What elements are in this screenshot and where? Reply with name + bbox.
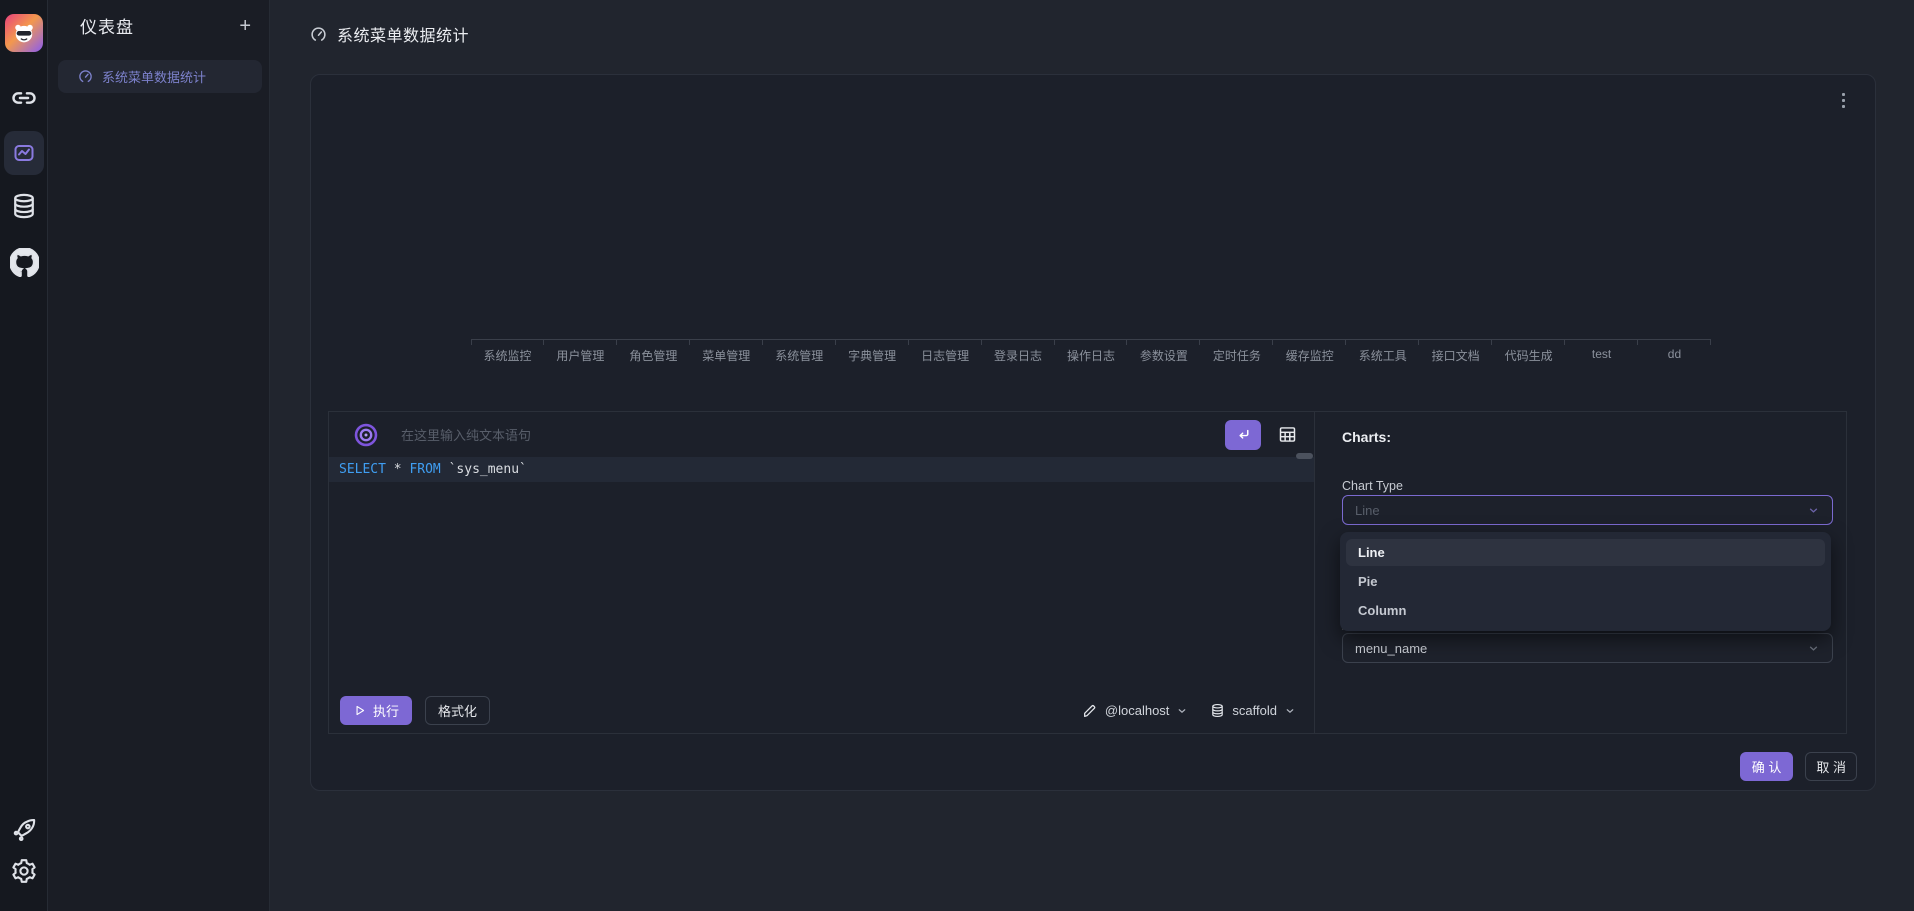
- chart-type-label: Chart Type: [1342, 479, 1403, 493]
- page-header: 系统菜单数据统计: [310, 22, 469, 46]
- github-icon[interactable]: [0, 248, 48, 277]
- charts-config-panel: Charts: Chart Type Line Line Pie Column …: [1315, 412, 1846, 733]
- axis-label: 登录日志: [982, 340, 1055, 364]
- connection-selector[interactable]: @localhost: [1082, 703, 1189, 719]
- add-dashboard-button[interactable]: +: [239, 16, 251, 36]
- play-icon: [353, 704, 366, 717]
- dashboard-sidebar: 仪表盘 + 系统菜单数据统计: [48, 0, 270, 911]
- horizontal-scrollbar[interactable]: [1296, 453, 1313, 459]
- run-sql-button[interactable]: 执行: [340, 696, 412, 725]
- chart-type-dropdown: Line Pie Column: [1340, 532, 1831, 631]
- axis-label: 参数设置: [1127, 340, 1200, 364]
- charts-panel-title: Charts:: [1342, 429, 1391, 445]
- format-sql-button[interactable]: 格式化: [425, 696, 490, 725]
- axis-label: 缓存监控: [1273, 340, 1346, 364]
- cancel-button[interactable]: 取 消: [1805, 752, 1857, 781]
- gauge-icon: [310, 26, 327, 43]
- dropdown-option-column[interactable]: Column: [1346, 597, 1825, 624]
- database-label: scaffold: [1232, 703, 1277, 718]
- axis-label: 日志管理: [909, 340, 982, 364]
- nl-query-input[interactable]: 在这里输入纯文本语句: [401, 425, 531, 444]
- card-footer: 确 认 取 消: [1740, 752, 1857, 781]
- table-view-icon[interactable]: [1277, 424, 1298, 445]
- yaxis-select[interactable]: menu_name: [1342, 633, 1833, 663]
- axis-label: 角色管理: [617, 340, 690, 364]
- rocket-icon[interactable]: [0, 817, 48, 845]
- sidebar-title: 仪表盘: [80, 13, 134, 38]
- sidebar-item-label: 系统菜单数据统计: [102, 67, 206, 86]
- axis-label: 字典管理: [836, 340, 909, 364]
- yaxis-value: menu_name: [1355, 641, 1427, 656]
- axis-label: 操作日志: [1055, 340, 1128, 364]
- settings-gear-icon[interactable]: [0, 857, 48, 885]
- axis-label: 定时任务: [1200, 340, 1273, 364]
- axis-label: 接口文档: [1419, 340, 1492, 364]
- dashboard-nav-icon[interactable]: [0, 141, 48, 165]
- database-icon: [1210, 703, 1225, 718]
- icon-rail: [0, 0, 48, 911]
- app-window: 仪表盘 + 系统菜单数据统计 系统菜单数据统计 系: [0, 0, 1914, 911]
- target-icon: [353, 422, 379, 448]
- chevron-down-icon: [1807, 642, 1820, 655]
- sql-code-line[interactable]: SELECT * FROM `sys_menu`: [329, 457, 1314, 482]
- page-title: 系统菜单数据统计: [337, 22, 469, 46]
- sql-keyword: FROM: [409, 462, 440, 477]
- axis-label: 代码生成: [1492, 340, 1565, 364]
- confirm-button[interactable]: 确 认: [1740, 752, 1794, 781]
- format-sql-label: 格式化: [438, 701, 477, 720]
- pen-icon: [1082, 703, 1098, 719]
- app-logo-icon[interactable]: [5, 14, 43, 52]
- chart-type-value: Line: [1355, 503, 1380, 518]
- axis-label: 用户管理: [544, 340, 617, 364]
- connection-label: @localhost: [1105, 703, 1170, 718]
- sql-text: `sys_menu`: [441, 462, 527, 477]
- sql-keyword: SELECT: [339, 462, 386, 477]
- axis-label: 菜单管理: [690, 340, 763, 364]
- database-selector[interactable]: scaffold: [1210, 703, 1296, 718]
- link-nav-icon[interactable]: [0, 84, 48, 112]
- dropdown-option-pie[interactable]: Pie: [1346, 568, 1825, 595]
- chevron-down-icon: [1284, 705, 1296, 717]
- query-builder-box: 在这里输入纯文本语句 SELEC: [328, 411, 1847, 734]
- axis-label: 系统工具: [1346, 340, 1419, 364]
- nl-query-bar: 在这里输入纯文本语句: [329, 412, 1314, 457]
- axis-label: test: [1565, 340, 1638, 364]
- axis-label: dd: [1638, 340, 1711, 364]
- gauge-icon: [78, 69, 93, 84]
- chart-type-select[interactable]: Line: [1342, 495, 1833, 525]
- chart-x-axis: 系统监控 用户管理 角色管理 菜单管理 系统管理 字典管理 日志管理 登录日志 …: [471, 339, 1711, 364]
- kebab-menu-icon[interactable]: [1838, 89, 1849, 112]
- sql-text: *: [386, 462, 409, 477]
- main-content: 系统菜单数据统计 系统监控 用户管理 角色管理 菜单管理 系统管理 字典管理 日…: [270, 0, 1914, 911]
- submit-query-button[interactable]: [1225, 420, 1261, 450]
- sql-editor: 在这里输入纯文本语句 SELEC: [329, 412, 1315, 733]
- database-nav-icon[interactable]: [0, 192, 48, 220]
- chevron-down-icon: [1176, 705, 1188, 717]
- dropdown-option-line[interactable]: Line: [1346, 539, 1825, 566]
- dashboard-card: 系统监控 用户管理 角色管理 菜单管理 系统管理 字典管理 日志管理 登录日志 …: [310, 74, 1876, 791]
- sidebar-item-menu-stats[interactable]: 系统菜单数据统计: [58, 60, 262, 93]
- sidebar-header: 仪表盘 +: [48, 0, 269, 38]
- panda-icon: [11, 20, 37, 46]
- editor-action-bar: 执行 格式化 @localhost: [340, 696, 1302, 725]
- axis-label: 系统管理: [763, 340, 836, 364]
- chevron-down-icon: [1807, 504, 1820, 517]
- run-sql-label: 执行: [373, 701, 399, 720]
- axis-label: 系统监控: [471, 340, 544, 364]
